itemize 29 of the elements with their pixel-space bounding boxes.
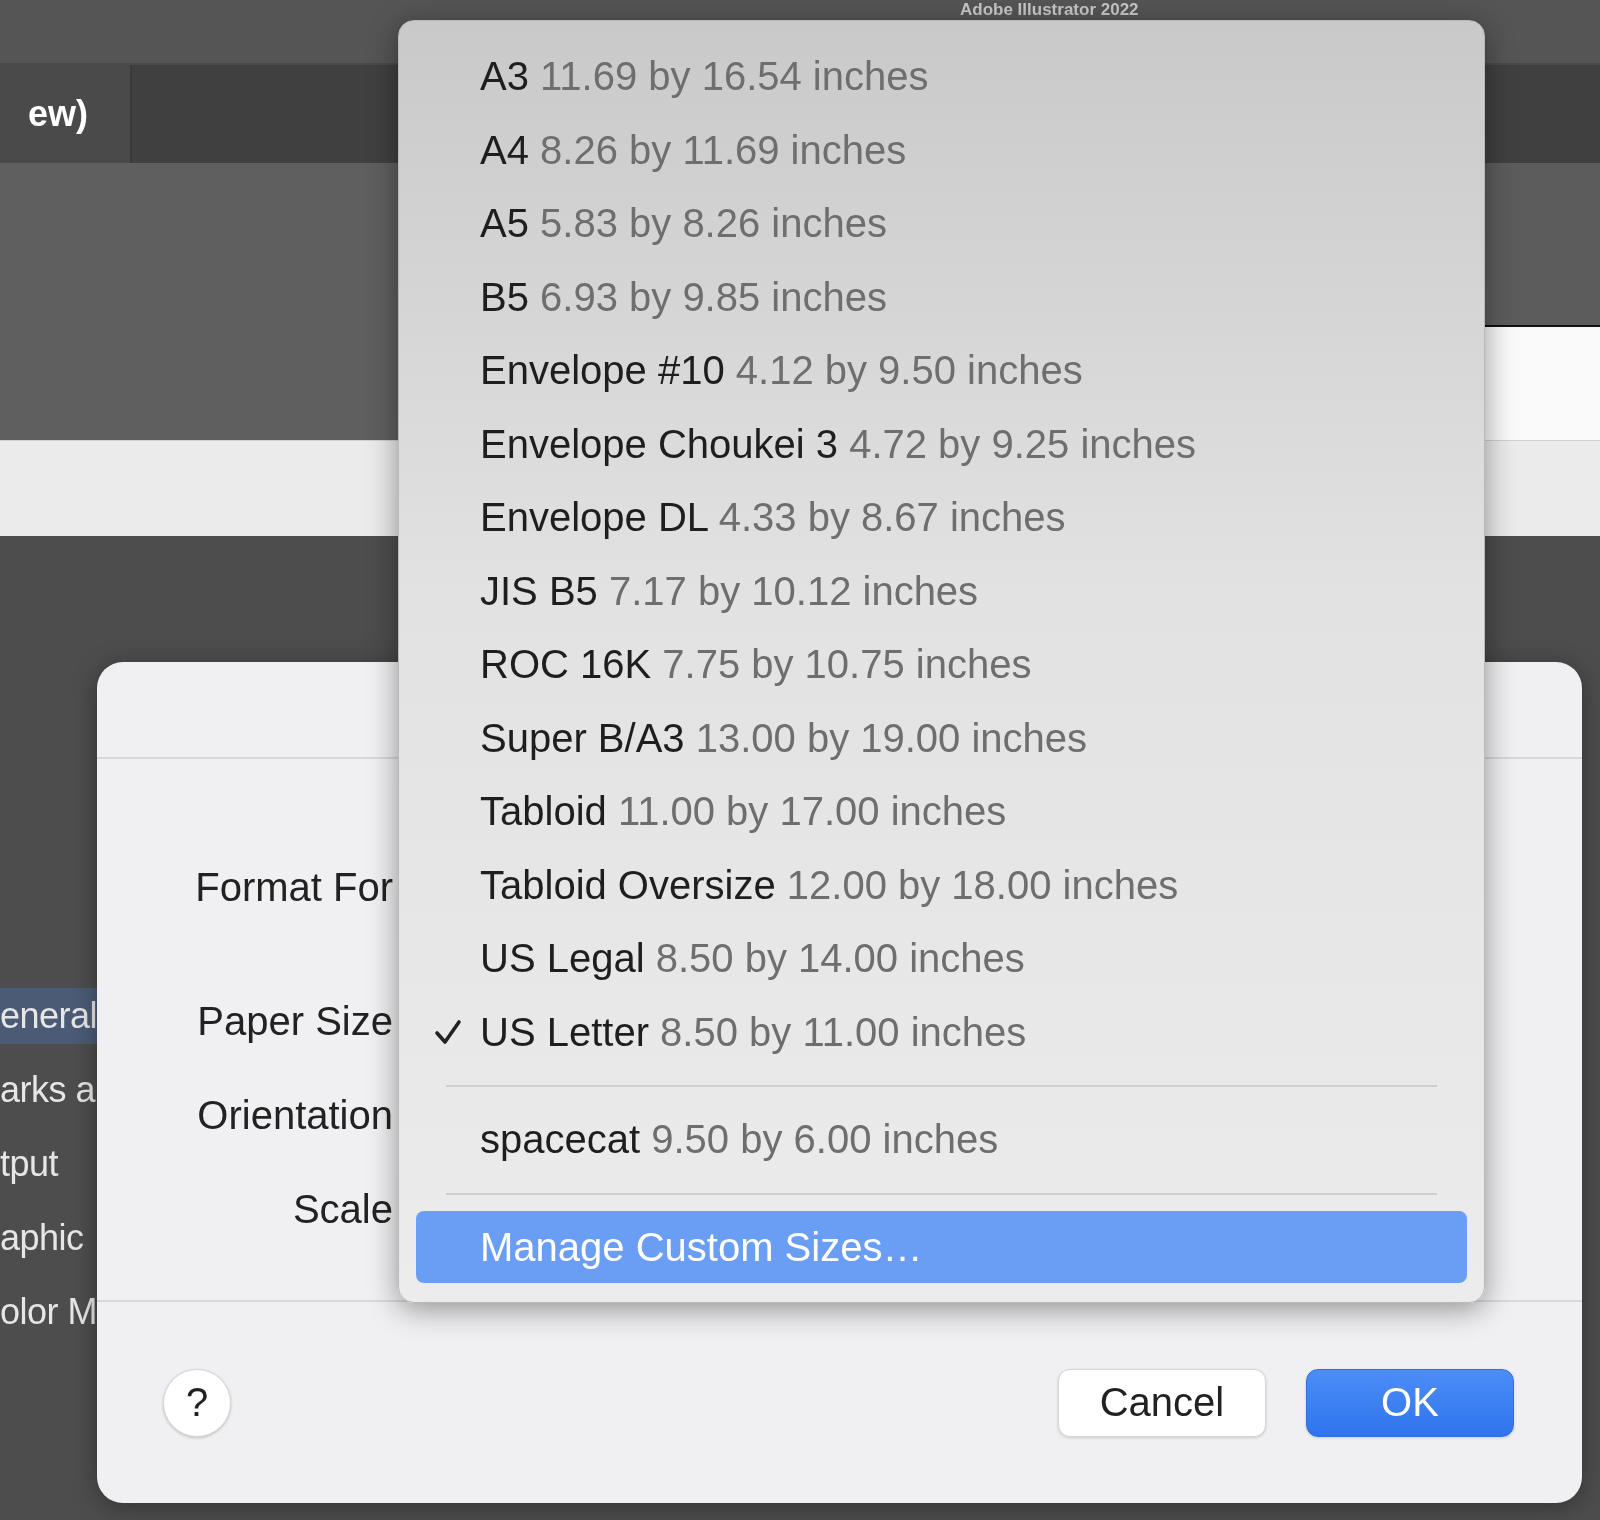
help-button[interactable]: ?	[163, 1368, 231, 1437]
sidebar-item[interactable]: aphic	[0, 1201, 97, 1275]
field-label: Scale	[292, 1186, 393, 1232]
menu-item[interactable]: A5 5.83 by 8.26 inches	[480, 201, 887, 247]
field-label: Paper Size	[197, 998, 393, 1044]
menu-item[interactable]: US Legal 8.50 by 14.00 inches	[480, 936, 1025, 982]
menu-item[interactable]: Tabloid 11.00 by 17.00 inches	[480, 789, 1007, 835]
menu-item[interactable]: Super B/A3 13.00 by 19.00 inches	[480, 715, 1088, 761]
menu-item[interactable]: ROC 16K 7.75 by 10.75 inches	[480, 642, 1032, 688]
ok-button[interactable]: OK	[1306, 1368, 1514, 1437]
window-title: Adobe Illustrator 2022	[960, 0, 1139, 19]
menu-item[interactable]: Envelope #10 4.12 by 9.50 inches	[480, 348, 1083, 394]
menu-item[interactable]: Tabloid Oversize 12.00 by 18.00 inches	[480, 862, 1179, 908]
cancel-button[interactable]: Cancel	[1058, 1368, 1266, 1437]
menu-item[interactable]: A3 11.69 by 16.54 inches	[480, 54, 929, 100]
field-label: Orientation	[197, 1092, 393, 1138]
menu-item[interactable]: spacecat 9.50 by 6.00 inches	[480, 1117, 999, 1163]
menu-item[interactable]: JIS B5 7.17 by 10.12 inches	[480, 568, 979, 614]
menu-item[interactable]: US Letter 8.50 by 11.00 inches	[480, 1009, 1027, 1055]
menu-item[interactable]: B5 6.93 by 9.85 inches	[480, 274, 887, 320]
sidebar-item[interactable]: eneral	[0, 988, 97, 1044]
menu-item[interactable]: Envelope DL 4.33 by 8.67 inches	[480, 495, 1066, 541]
field-label: Format For	[195, 864, 393, 910]
menu-item[interactable]: Envelope Choukei 3 4.72 by 9.25 inches	[480, 421, 1197, 467]
document-tab[interactable]: ew)	[0, 65, 132, 163]
sidebar-item[interactable]: olor M	[0, 1275, 97, 1349]
menu-item[interactable]: A4 8.26 by 11.69 inches	[480, 127, 907, 173]
sidebar-item[interactable]: tput	[0, 1127, 97, 1201]
sidebar-item[interactable]: arks a	[0, 1053, 97, 1127]
